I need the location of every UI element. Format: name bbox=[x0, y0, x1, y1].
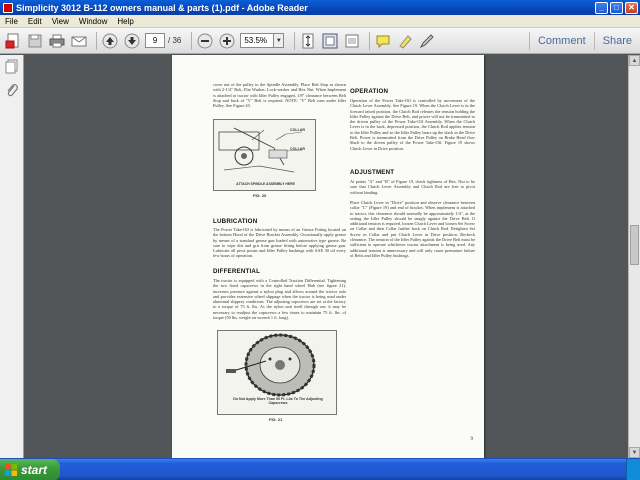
scroll-thumb[interactable] bbox=[630, 225, 639, 265]
scroll-mode-icon bbox=[302, 33, 314, 48]
print-icon bbox=[49, 34, 65, 47]
email-icon bbox=[71, 36, 87, 46]
toolbar-separator bbox=[191, 31, 193, 50]
fig20-label-collar-mid: COLLAR bbox=[290, 147, 305, 151]
close-button[interactable]: ✕ bbox=[625, 1, 638, 14]
previous-page-button[interactable] bbox=[101, 32, 119, 50]
minimize-button[interactable]: _ bbox=[595, 1, 608, 14]
fig20-label-collar-top: COLLAR bbox=[290, 128, 305, 132]
menu-bar: File Edit View Window Help bbox=[0, 15, 640, 28]
print-button[interactable] bbox=[48, 32, 66, 50]
figure-21: Do Not Apply More Than 90 Ft. Lbs To The… bbox=[217, 330, 337, 415]
page-thumbnails-icon bbox=[5, 59, 18, 74]
minus-icon bbox=[197, 33, 213, 48]
save-button[interactable] bbox=[26, 32, 44, 50]
lubrication-heading: LUBRICATION bbox=[213, 218, 258, 225]
attachments-button[interactable] bbox=[0, 79, 24, 103]
next-page-button[interactable] bbox=[123, 32, 141, 50]
lubrication-paragraph: The Power Take-Off is lubricated by mean… bbox=[213, 227, 346, 259]
operation-paragraph: Operation of the Power Take-Off is contr… bbox=[350, 98, 475, 151]
pdf-page[interactable]: cover nut of the pulley to the Spindle A… bbox=[172, 55, 484, 458]
toolbar: 9 / 36 53.5% ▼ Comment Share bbox=[0, 28, 640, 54]
fig21-label: FIG. 21 bbox=[269, 417, 283, 422]
operation-heading: OPERATION bbox=[350, 88, 389, 95]
adjustment-paragraph-1: At points "A" and "B" of Figure 19, chec… bbox=[350, 179, 475, 195]
maximize-button[interactable]: □ bbox=[610, 1, 623, 14]
windows-logo-icon bbox=[5, 464, 17, 476]
sticky-note-button[interactable] bbox=[374, 32, 392, 50]
highlighter-icon bbox=[399, 34, 413, 49]
arrow-down-icon bbox=[124, 33, 140, 48]
taskbar: start bbox=[0, 458, 640, 480]
adjustment-heading: ADJUSTMENT bbox=[350, 169, 395, 176]
scroll-down-arrow[interactable]: ▼ bbox=[629, 447, 640, 458]
pen-icon bbox=[420, 33, 435, 48]
window-title: Simplicity 3012 B-112 owners manual & pa… bbox=[16, 2, 308, 13]
menu-edit[interactable]: Edit bbox=[23, 17, 47, 26]
fit-page-icon bbox=[322, 33, 338, 48]
create-pdf-icon bbox=[5, 33, 19, 48]
comment-bubble-icon bbox=[376, 35, 390, 48]
fig20-label: FIG. 20 bbox=[253, 193, 267, 198]
highlight-button[interactable] bbox=[396, 32, 414, 50]
page-thumbnails-button[interactable] bbox=[0, 55, 24, 79]
page-number-input[interactable]: 9 bbox=[145, 33, 165, 48]
zoom-dropdown-button[interactable]: ▼ bbox=[274, 33, 285, 48]
figure-20: COLLAR COLLAR ATTACH SPINDLE ASSEMBLY HE… bbox=[213, 119, 316, 191]
read-mode-icon bbox=[345, 34, 359, 47]
zoom-in-button[interactable] bbox=[218, 32, 236, 50]
zoom-out-button[interactable] bbox=[196, 32, 214, 50]
save-icon bbox=[28, 34, 42, 47]
fit-page-button[interactable] bbox=[321, 32, 339, 50]
toolbar-separator bbox=[96, 31, 97, 50]
paperclip-icon bbox=[7, 84, 18, 97]
menu-window[interactable]: Window bbox=[74, 17, 112, 26]
adobe-reader-icon bbox=[3, 2, 13, 13]
toolbar-right: Comment Share bbox=[528, 28, 640, 54]
zoom-level-input[interactable]: 53.5% bbox=[240, 33, 275, 48]
share-pane-button[interactable]: Share bbox=[595, 35, 640, 47]
navigation-pane bbox=[0, 55, 24, 458]
vertical-scrollbar[interactable]: ▲ ▼ bbox=[628, 55, 640, 458]
title-bar: Simplicity 3012 B-112 owners manual & pa… bbox=[0, 0, 640, 15]
menu-help[interactable]: Help bbox=[112, 17, 138, 26]
toolbar-separator bbox=[294, 31, 296, 50]
read-mode-button[interactable] bbox=[343, 32, 361, 50]
differential-paragraph: The tractor is equipped with a Controlle… bbox=[213, 278, 346, 321]
differential-heading: DIFFERENTIAL bbox=[213, 268, 261, 275]
plus-icon bbox=[219, 33, 235, 48]
adjustment-paragraph-2: Place Clutch Lever in "Drive" position a… bbox=[350, 200, 475, 258]
comment-pane-button[interactable]: Comment bbox=[530, 35, 594, 47]
fit-width-button[interactable] bbox=[299, 32, 317, 50]
menu-file[interactable]: File bbox=[0, 17, 23, 26]
menu-view[interactable]: View bbox=[47, 17, 74, 26]
start-button[interactable]: start bbox=[0, 459, 60, 480]
create-pdf-button[interactable] bbox=[4, 32, 22, 50]
scroll-up-arrow[interactable]: ▲ bbox=[629, 55, 640, 66]
arrow-up-icon bbox=[102, 33, 118, 48]
fig20-caption: ATTACH SPINDLE ASSEMBLY HERE bbox=[236, 182, 295, 186]
start-label: start bbox=[21, 463, 48, 477]
fig21-caption: Do Not Apply More Than 90 Ft. Lbs To The… bbox=[233, 397, 323, 406]
intro-paragraph: cover nut of the pulley to the Spindle A… bbox=[213, 82, 346, 109]
sign-button[interactable] bbox=[418, 32, 436, 50]
email-button[interactable] bbox=[70, 32, 88, 50]
system-tray bbox=[626, 459, 640, 480]
toolbar-separator bbox=[369, 31, 371, 50]
page-number: 9 bbox=[470, 437, 474, 442]
tire-wheel-illustration bbox=[226, 333, 316, 397]
page-total: / 36 bbox=[168, 36, 182, 45]
